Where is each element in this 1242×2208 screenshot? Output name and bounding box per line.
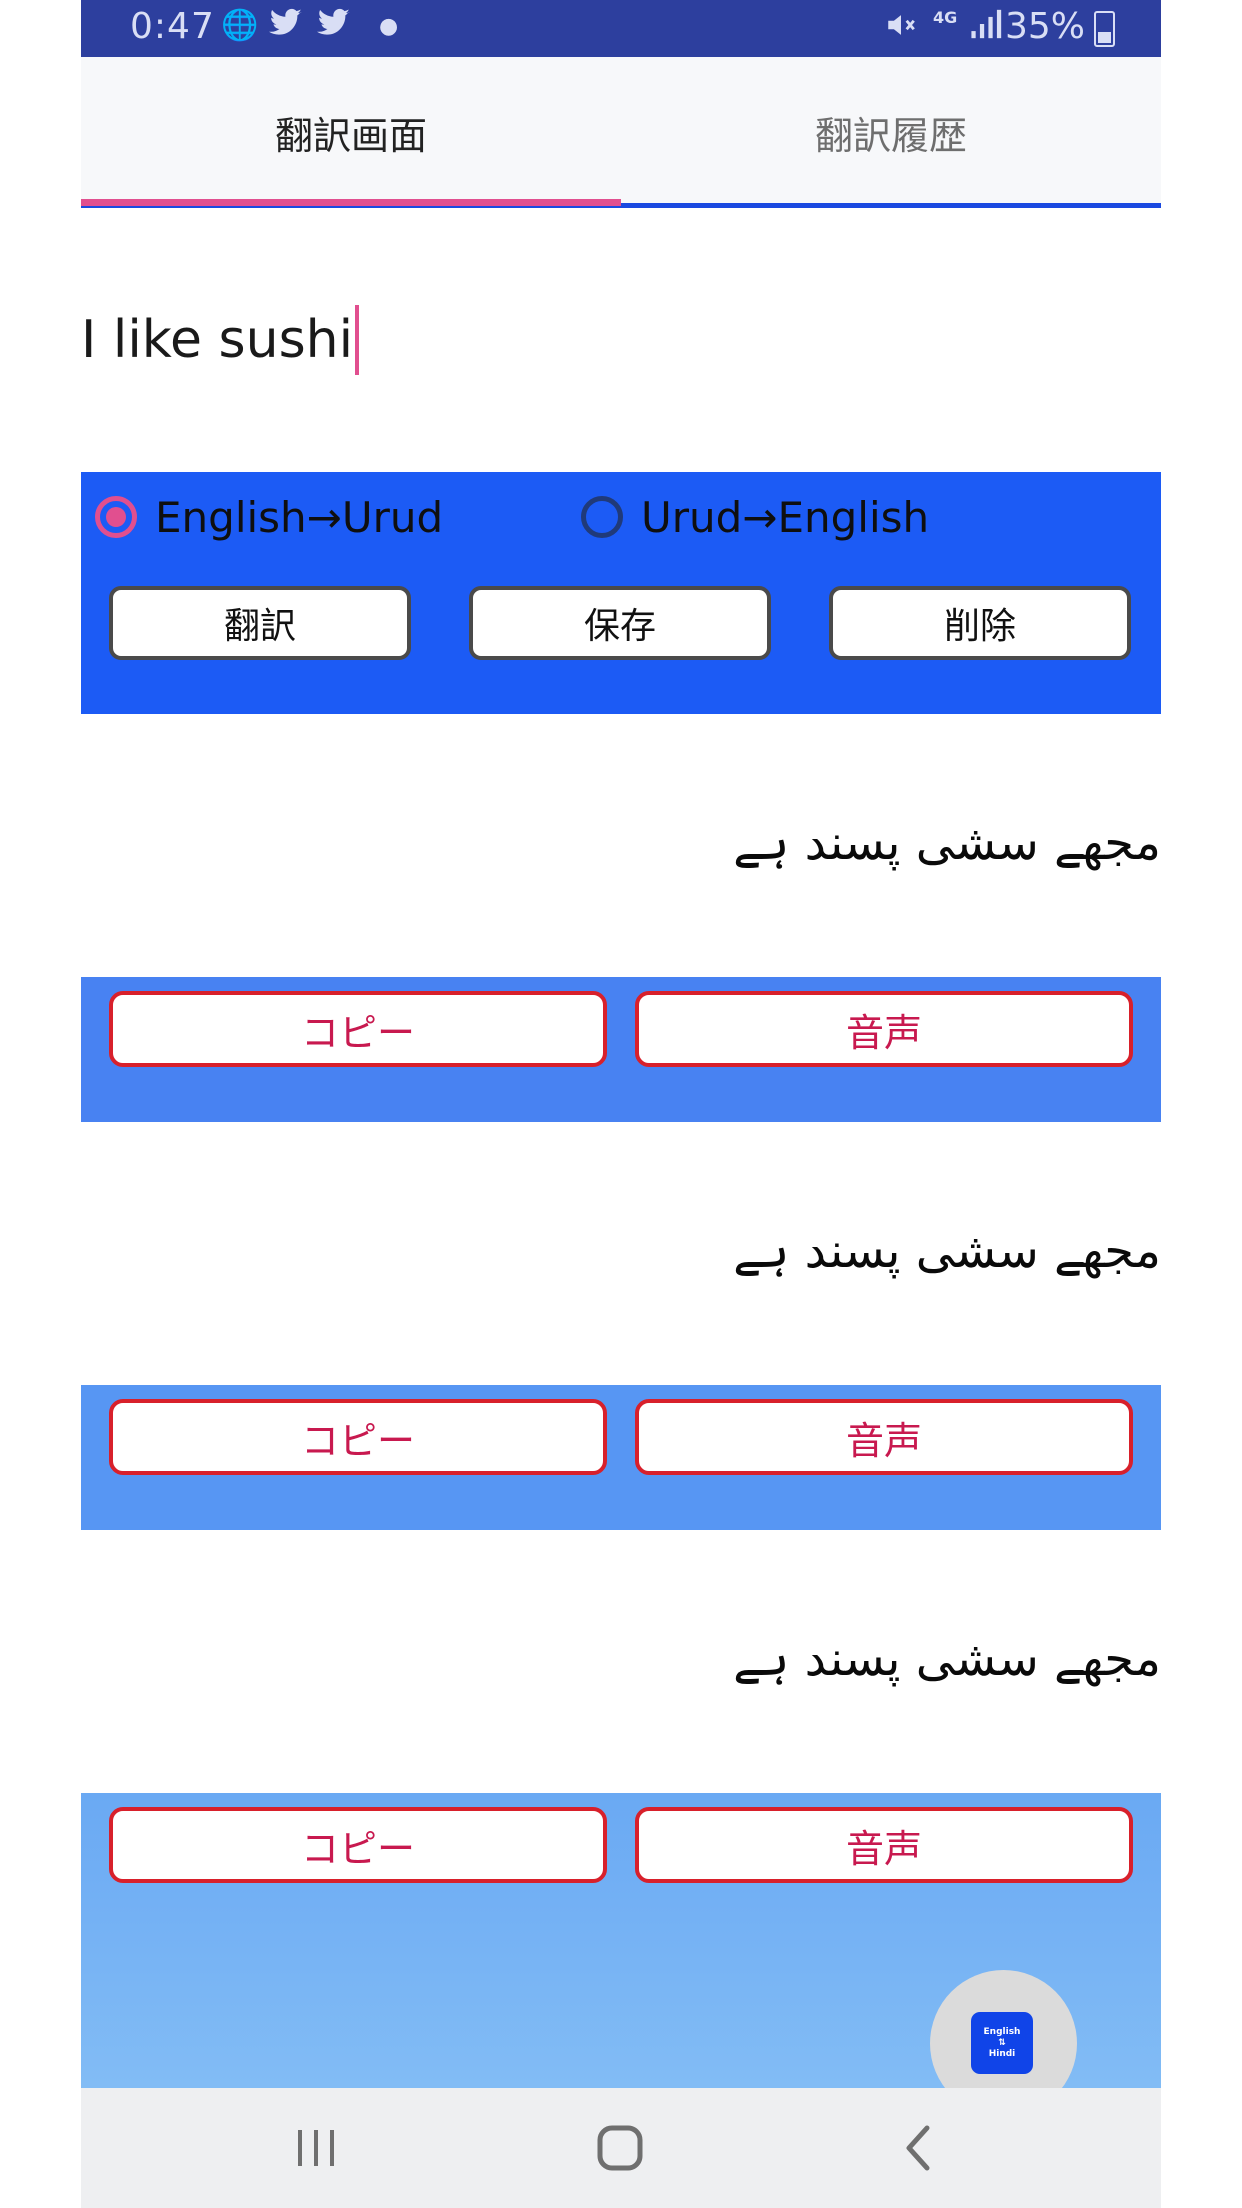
fab-line-3: Hindi — [988, 2048, 1016, 2059]
radio-unselected-icon — [581, 496, 623, 538]
left-margin — [0, 0, 81, 2208]
translation-result-2: مجھے سشی پسند ہے — [733, 1223, 1161, 1279]
tab-bar: 翻訳画面 翻訳履歴 — [81, 57, 1161, 208]
battery-percentage: 35% — [1004, 6, 1085, 47]
copy-button-3[interactable]: コピー — [109, 1807, 607, 1883]
twitter-icon — [269, 8, 303, 46]
recent-apps-button[interactable] — [256, 2088, 376, 2208]
copy-button-1[interactable]: コピー — [109, 991, 607, 1067]
save-button[interactable]: 保存 — [469, 586, 771, 660]
tab-active-indicator — [81, 199, 621, 206]
right-margin — [1161, 0, 1242, 2208]
translation-result-1: مجھے سشی پسند ہے — [733, 815, 1161, 871]
copy-button-2[interactable]: コピー — [109, 1399, 607, 1475]
speak-button-2[interactable]: 音声 — [635, 1399, 1133, 1475]
app-logo-icon: English ⇅ Hindi — [971, 2012, 1033, 2074]
network-type: 4G — [933, 8, 958, 27]
delete-button[interactable]: 削除 — [829, 586, 1131, 660]
signal-icon — [970, 8, 1004, 48]
back-icon — [906, 2125, 930, 2171]
radio-urdu-to-english-label: Urud→English — [641, 492, 930, 542]
system-nav-bar — [81, 2088, 1161, 2208]
source-text-value: I like sushi — [81, 310, 354, 370]
globe-icon: 🌐 — [221, 8, 259, 43]
control-panel: English→Urud Urud→English 翻訳 保存 削除 — [81, 472, 1161, 714]
source-text-input[interactable]: I like sushi — [81, 300, 1161, 380]
battery-icon — [1094, 11, 1115, 47]
text-cursor — [355, 305, 360, 375]
fab-line-1: English — [983, 2026, 1021, 2037]
result-actions-2: コピー 音声 — [81, 1385, 1161, 1530]
home-icon — [597, 2125, 643, 2171]
tab-translate[interactable]: 翻訳画面 — [81, 57, 621, 207]
speak-button-3[interactable]: 音声 — [635, 1807, 1133, 1883]
translate-button[interactable]: 翻訳 — [109, 586, 411, 660]
recent-apps-icon — [298, 2130, 334, 2166]
result-actions-1: コピー 音声 — [81, 977, 1161, 1122]
radio-selected-icon — [95, 496, 137, 538]
mute-icon — [884, 8, 918, 50]
dot-icon: ● — [379, 14, 399, 39]
radio-urdu-to-english[interactable]: Urud→English — [581, 486, 929, 548]
radio-english-to-urdu[interactable]: English→Urud — [95, 486, 443, 548]
radio-english-to-urdu-label: English→Urud — [155, 492, 444, 542]
home-button[interactable] — [560, 2088, 680, 2208]
twitter-icon — [317, 8, 351, 46]
status-time: 0:47 — [130, 6, 215, 47]
status-bar: 0:47 🌐 ● 4G 35% — [81, 0, 1161, 57]
app-frame: 0:47 🌐 ● 4G 35% 翻訳画面 翻訳履歴 I like sushi E… — [81, 0, 1161, 2208]
tab-history[interactable]: 翻訳履歴 — [621, 57, 1161, 207]
translation-result-3: مجھے سشی پسند ہے — [733, 1631, 1161, 1687]
fab-line-2: ⇅ — [998, 2037, 1006, 2048]
back-button[interactable] — [859, 2088, 979, 2208]
speak-button-1[interactable]: 音声 — [635, 991, 1133, 1067]
